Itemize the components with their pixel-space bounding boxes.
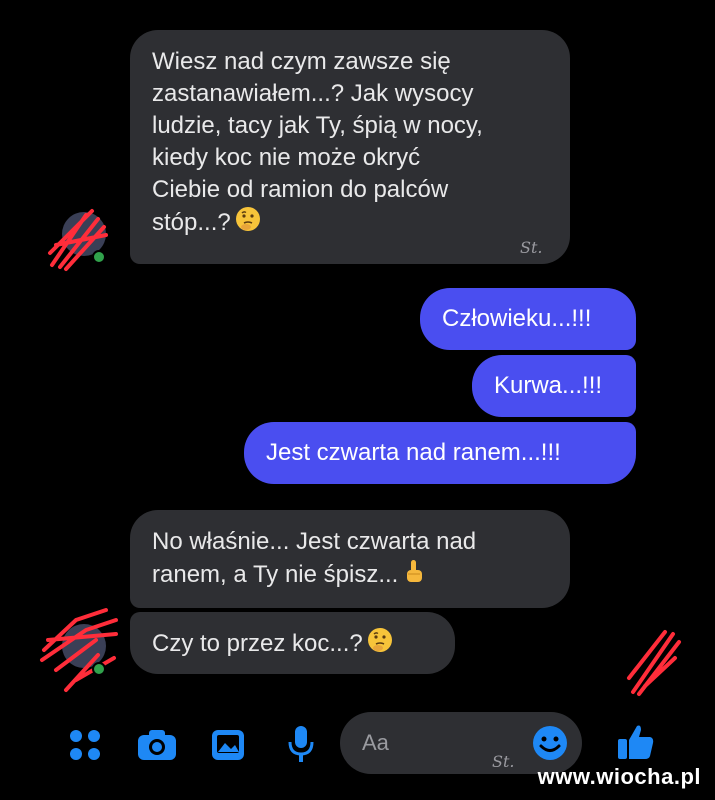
message-text: Kurwa...!!! <box>494 372 603 399</box>
menu-dots-icon[interactable] <box>68 728 102 767</box>
message-bubble-outgoing[interactable]: Jest czwarta nad ranem...!!! <box>244 422 636 484</box>
smiley-icon[interactable] <box>532 725 568 766</box>
camera-icon[interactable] <box>136 728 178 767</box>
message-input-placeholder: Aa <box>362 730 389 755</box>
redaction-scribble <box>48 209 108 271</box>
message-bubble-incoming[interactable]: No właśnie... Jest czwarta nad ranem, a … <box>130 510 570 608</box>
message-bubble-incoming[interactable]: Wiesz nad czym zawsze się zastanawiałem.… <box>130 30 570 264</box>
message-bubble-incoming[interactable]: Czy to przez koc...? <box>130 612 455 674</box>
pointing-up-hand-icon <box>402 558 426 593</box>
redaction-scribble <box>40 608 118 692</box>
message-text: Jest czwarta nad ranem...!!! <box>266 439 561 466</box>
thinking-face-icon <box>367 627 393 662</box>
online-status-dot <box>92 662 106 676</box>
watermark: www.wiocha.pl <box>537 764 701 789</box>
message-text: Czy to przez koc...? <box>152 629 363 657</box>
message-bubble-outgoing[interactable]: Człowieku...!!! <box>420 288 636 350</box>
microphone-icon[interactable] <box>286 724 316 769</box>
message-bubble-outgoing[interactable]: Kurwa...!!! <box>472 355 636 417</box>
gallery-icon[interactable] <box>210 728 246 767</box>
message-text: Człowieku...!!! <box>442 305 592 332</box>
message-text: Wiesz nad czym zawsze się zastanawiałem.… <box>152 48 483 236</box>
signature-mark: St. <box>520 238 543 257</box>
redaction-scribble <box>627 630 681 696</box>
signature-mark: St. <box>492 752 515 771</box>
online-status-dot <box>92 250 106 264</box>
message-text: No właśnie... Jest czwarta nad ranem, a … <box>152 528 477 588</box>
thinking-face-icon <box>235 206 261 241</box>
thumbs-up-icon[interactable] <box>616 722 656 767</box>
